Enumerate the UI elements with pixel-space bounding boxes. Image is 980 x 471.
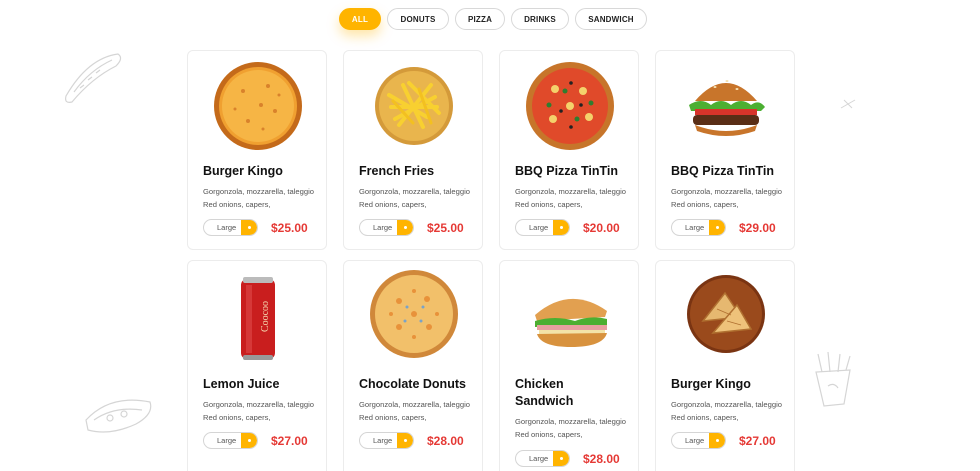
product-description: Gorgonzola, mozzarella, taleggio Red oni… xyxy=(203,400,315,422)
pizza-image xyxy=(369,269,459,359)
product-price: $20.00 xyxy=(583,221,620,235)
filter-sandwich-button[interactable]: SANDWICH xyxy=(575,8,647,30)
product-description: Gorgonzola, mozzarella, taleggio Red oni… xyxy=(515,417,627,439)
chevron-down-icon xyxy=(397,220,413,235)
product-name: Chocolate Donuts xyxy=(359,377,466,391)
chevron-down-icon xyxy=(241,220,257,235)
product-card[interactable]: Chocolate Donuts Gorgonzola, mozzarella,… xyxy=(343,260,483,471)
size-select-value: Large xyxy=(373,223,393,232)
product-description: Gorgonzola, mozzarella, taleggio Red oni… xyxy=(671,400,783,422)
toasted-sandwich-image xyxy=(681,269,771,359)
chevron-down-icon xyxy=(709,433,725,448)
product-name: Burger Kingo xyxy=(203,164,283,178)
cheese-pizza-image xyxy=(213,61,303,151)
product-price: $29.00 xyxy=(739,221,776,235)
filter-donuts-button[interactable]: DONUTS xyxy=(387,8,449,30)
product-card[interactable]: Chicken Sandwich Gorgonzola, mozzarella,… xyxy=(499,260,639,471)
category-filter-bar: ALL DONUTS PIZZA DRINKS SANDWICH xyxy=(339,8,647,30)
chevron-down-icon xyxy=(709,220,725,235)
size-select-value: Large xyxy=(373,436,393,445)
product-name: Burger Kingo xyxy=(671,377,751,391)
size-select-value: Large xyxy=(217,436,237,445)
soda-can-image: Coocoo xyxy=(213,273,303,363)
product-price: $28.00 xyxy=(427,434,464,448)
product-price: $28.00 xyxy=(583,452,620,466)
small-doodle-icon xyxy=(840,98,856,110)
french-fries-image xyxy=(369,61,459,151)
product-price: $25.00 xyxy=(271,221,308,235)
size-select[interactable]: Large xyxy=(359,432,414,449)
size-select-value: Large xyxy=(685,223,705,232)
filter-pizza-button[interactable]: PIZZA xyxy=(455,8,505,30)
burger-image xyxy=(681,61,771,151)
size-select[interactable]: Large xyxy=(203,219,258,236)
product-description: Gorgonzola, mozzarella, taleggio Red oni… xyxy=(359,400,471,422)
chevron-down-icon xyxy=(397,433,413,448)
hotdog-doodle-icon xyxy=(58,48,128,108)
fries-doodle-icon xyxy=(806,350,856,410)
product-price: $27.00 xyxy=(739,434,776,448)
product-card[interactable]: Burger Kingo Gorgonzola, mozzarella, tal… xyxy=(655,260,795,471)
filter-drinks-button[interactable]: DRINKS xyxy=(511,8,569,30)
size-select[interactable]: Large xyxy=(671,432,726,449)
size-select-value: Large xyxy=(529,454,549,463)
size-select-value: Large xyxy=(685,436,705,445)
product-card[interactable]: French Fries Gorgonzola, mozzarella, tal… xyxy=(343,50,483,250)
product-description: Gorgonzola, mozzarella, taleggio Red oni… xyxy=(203,187,315,209)
size-select[interactable]: Large xyxy=(359,219,414,236)
size-select-value: Large xyxy=(529,223,549,232)
sandwich-image xyxy=(525,275,615,365)
sandwich-doodle-icon xyxy=(80,390,160,440)
product-card[interactable]: Burger Kingo Gorgonzola, mozzarella, tal… xyxy=(187,50,327,250)
product-name: French Fries xyxy=(359,164,435,178)
size-select-value: Large xyxy=(217,223,237,232)
product-card[interactable]: BBQ Pizza TinTin Gorgonzola, mozzarella,… xyxy=(655,50,795,250)
product-name: BBQ Pizza TinTin xyxy=(671,164,775,178)
size-select[interactable]: Large xyxy=(203,432,258,449)
product-price: $25.00 xyxy=(427,221,464,235)
product-description: Gorgonzola, mozzarella, taleggio Red oni… xyxy=(359,187,471,209)
size-select[interactable]: Large xyxy=(515,450,570,467)
product-price: $27.00 xyxy=(271,434,308,448)
chevron-down-icon xyxy=(241,433,257,448)
product-name: BBQ Pizza TinTin xyxy=(515,164,619,178)
product-description: Gorgonzola, mozzarella, taleggio Red oni… xyxy=(515,187,627,209)
can-label-text: Coocoo xyxy=(260,300,272,333)
product-description: Gorgonzola, mozzarella, taleggio Red oni… xyxy=(671,187,783,209)
product-name: Lemon Juice xyxy=(203,377,280,391)
bbq-pizza-image xyxy=(525,61,615,151)
product-card[interactable]: BBQ Pizza TinTin Gorgonzola, mozzarella,… xyxy=(499,50,639,250)
chevron-down-icon xyxy=(553,220,569,235)
chevron-down-icon xyxy=(553,451,569,466)
product-name: Chicken Sandwich xyxy=(515,377,574,408)
size-select[interactable]: Large xyxy=(515,219,570,236)
size-select[interactable]: Large xyxy=(671,219,726,236)
product-card[interactable]: Coocoo Lemon Juice Gorgonzola, mozzarell… xyxy=(187,260,327,471)
filter-all-button[interactable]: ALL xyxy=(339,8,381,30)
